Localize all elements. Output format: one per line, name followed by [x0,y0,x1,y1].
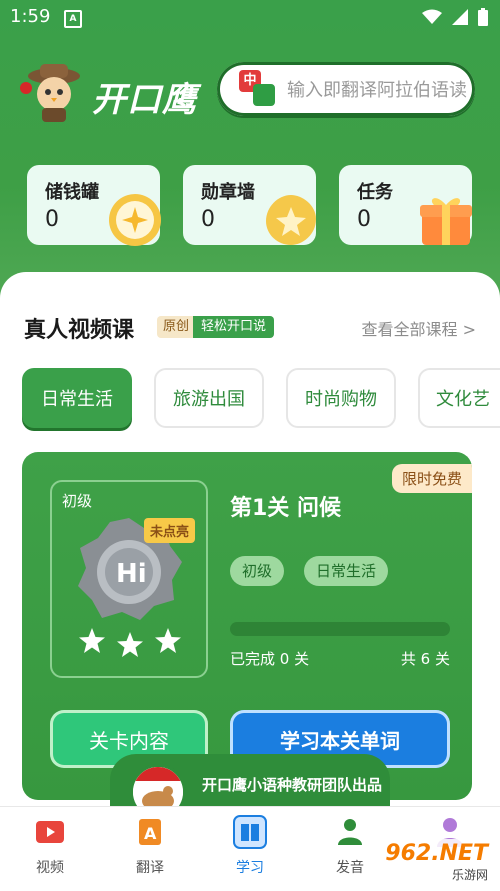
translate-icon-target [253,84,275,106]
svg-text:Hi: Hi [116,559,147,589]
unlit-badge: 未点亮 [144,518,196,543]
medal-wall-value: 0 [201,207,215,232]
nav-tab-video[interactable]: 视频 [10,815,90,877]
status-icons [422,8,488,26]
video-icon [33,815,67,849]
translate-icon: 中 [239,70,277,108]
nav-label-study: 学习 [236,860,264,876]
task-value: 0 [357,207,371,232]
credit-text: 开口鹰小语种教研团队出品 [202,776,383,794]
gift-icon [420,198,472,245]
search-placeholder: 输入即翻译阿拉伯语读 [287,80,467,101]
signal-icon [452,9,468,25]
translate-search-bar[interactable]: 中 输入即翻译阿拉伯语读 [217,62,475,116]
task-card[interactable]: 任务 0 [339,165,472,245]
completed-count: 已完成 0 关 [230,650,310,668]
free-badge: 限时免费 [391,464,472,493]
book-icon [233,815,267,849]
watermark: 962.NET 乐游网 [381,839,492,885]
category-tab-travel[interactable]: 旅游出国 [154,368,264,428]
lesson-tag-level: 初级 [230,556,285,586]
slogan-tag: 轻松开口说 [193,316,275,338]
coin-icon [109,194,161,246]
wifi-icon [422,9,442,24]
header-background [0,0,500,310]
nav-label-translate: 翻译 [136,860,164,876]
credit-banner: 开口鹰小语种教研团队出品 [110,754,390,820]
nav-label-video: 视频 [36,860,64,876]
status-bar: 1:59 A [0,0,500,34]
nav-tab-study[interactable]: 学习 [210,815,290,877]
notification-icon: A [64,10,82,28]
nav-tab-translate[interactable]: A 翻译 [110,815,190,877]
piggy-bank-value: 0 [45,207,59,232]
nav-label-pronunciation: 发音 [336,860,364,876]
level-box: 初级 Hi 未点亮 [50,480,208,678]
lesson-card[interactable]: 限时免费 初级 Hi 未点亮 第1关 问候 初级 日常生活 已完成 0 关 共 … [22,452,472,800]
task-label: 任务 [357,182,393,203]
category-tab-shopping[interactable]: 时尚购物 [286,368,396,428]
watermark-brand: 962.NET [385,841,488,866]
star-rating-icon [79,628,181,657]
piggy-bank-card[interactable]: 储钱罐 0 [27,165,161,246]
medal-wall-label: 勋章墙 [201,182,255,203]
category-tab-daily-life[interactable]: 日常生活 [22,368,132,428]
nav-tab-pronunciation[interactable]: 发音 [310,815,390,877]
progress-bar [230,622,450,636]
original-tag: 原创 [157,316,196,338]
brand-name: 开口鹰 [92,80,197,120]
battery-icon [478,8,488,26]
section-title: 真人视频课 [24,318,135,343]
total-count: 共 6 关 [400,650,450,668]
speaker-icon [333,815,367,849]
medal-icon [266,195,316,245]
svg-text:A: A [144,824,157,843]
medal-wall-card[interactable]: 勋章墙 0 [183,165,316,245]
see-all-courses-link[interactable]: 查看全部课程 > [362,316,477,340]
bottom-navigation: 视频 A 翻译 学习 发音 962.NET 乐游网 [0,806,500,891]
lesson-tag-category: 日常生活 [304,556,389,586]
mascot-logo-icon [20,64,80,122]
watermark-sub: 乐游网 [451,868,488,882]
lesson-title: 第1关 问候 [230,496,341,521]
status-time: 1:59 [10,6,51,27]
piggy-bank-label: 储钱罐 [45,182,99,203]
category-tab-culture[interactable]: 文化艺 [418,368,500,428]
level-label: 初级 [62,492,93,510]
translate-nav-icon: A [133,815,167,849]
